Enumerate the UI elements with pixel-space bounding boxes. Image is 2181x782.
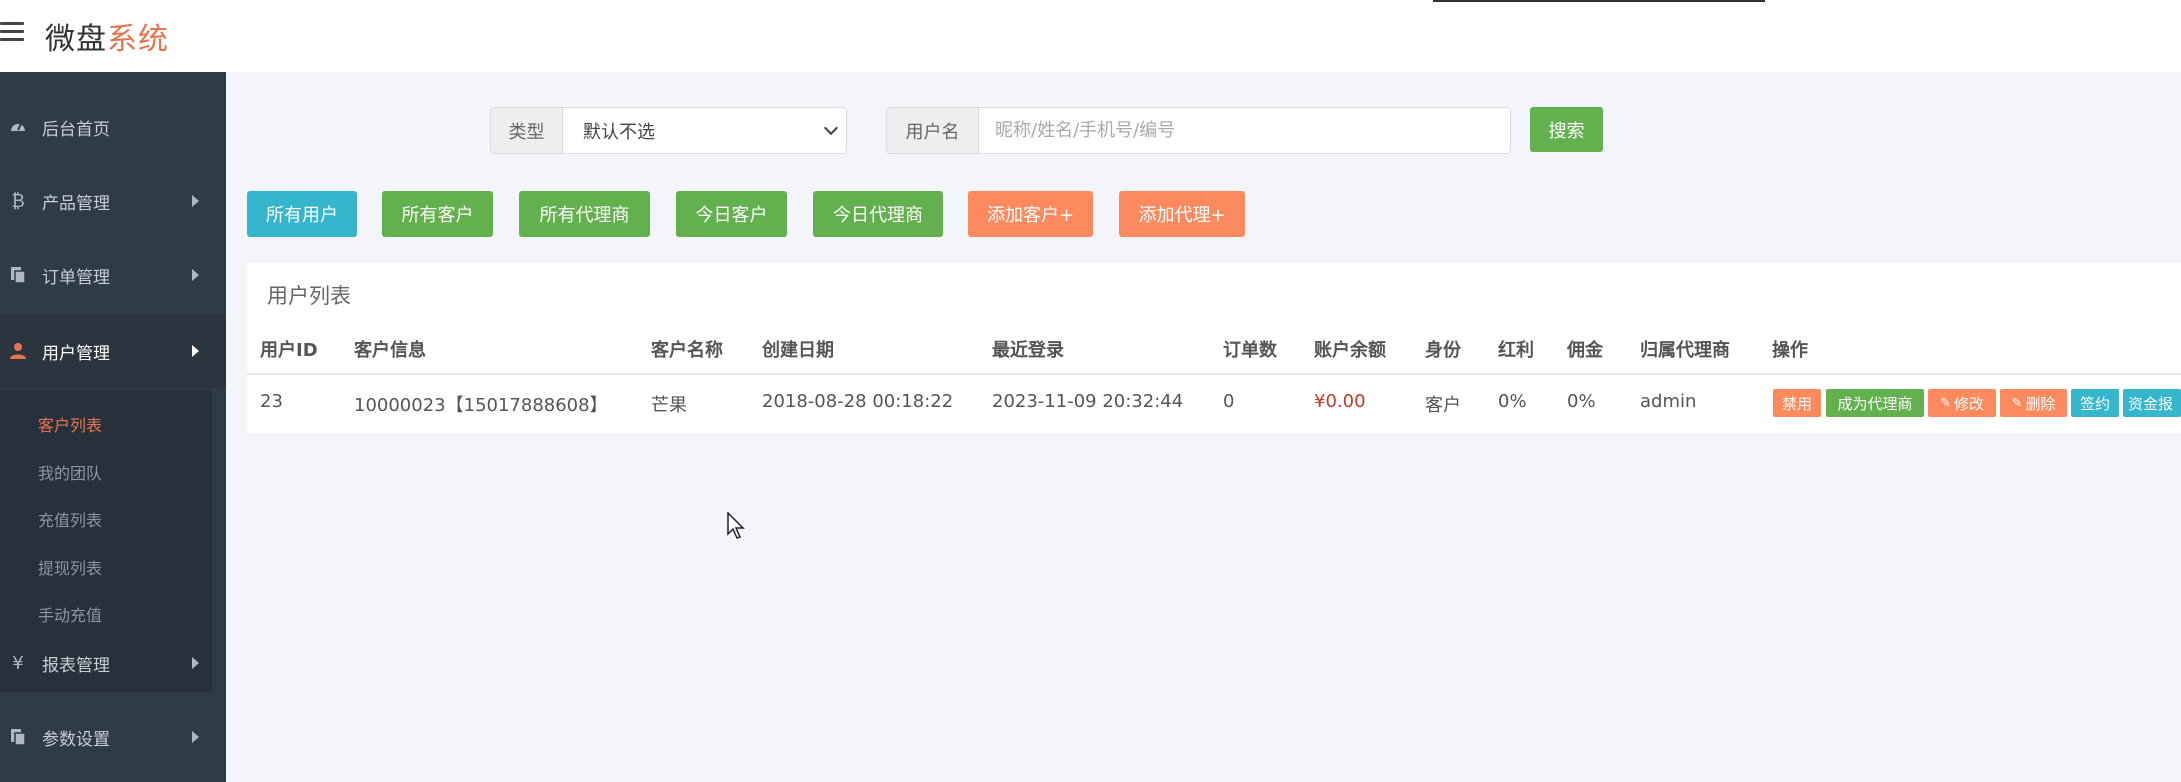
type-select-value: 默认不选: [583, 121, 655, 143]
chevron-right-icon: [192, 657, 199, 669]
cell-role: 客户: [1425, 395, 1461, 416]
edit-button-label: 修改: [1953, 394, 1984, 413]
sidebar-item-home[interactable]: 后台首页: [0, 90, 226, 164]
cell-agent: admin: [1640, 391, 1697, 412]
delete-button[interactable]: ✎ 删除: [2000, 389, 2067, 417]
submenu-item-manual-recharge[interactable]: 手动充值: [38, 602, 102, 626]
filter-today-agents-button[interactable]: 今日代理商: [813, 191, 943, 237]
column-header-commission: 佣金: [1567, 340, 1603, 361]
sidebar-item-label: 参数设置: [42, 729, 110, 750]
sidebar-item-settings[interactable]: 参数设置: [0, 700, 226, 774]
brand-logo: 微盘系统: [45, 14, 169, 58]
column-header-agent: 归属代理商: [1640, 340, 1730, 361]
sidebar-item-label: 后台首页: [42, 119, 110, 140]
sidebar-item-label: 报表管理: [42, 655, 110, 676]
cell-created-date: 2018-08-28 00:18:22: [762, 391, 954, 412]
column-header-dividend: 红利: [1498, 340, 1534, 361]
username-search-group: 用户名: [886, 107, 1511, 154]
cell-last-login: 2023-11-09 20:32:44: [992, 391, 1184, 412]
delete-button-label: 删除: [2025, 394, 2056, 413]
column-header-customer-info: 客户信息: [354, 340, 426, 361]
column-header-created-date: 创建日期: [762, 340, 834, 361]
chevron-right-icon: [192, 345, 199, 357]
submenu-item-withdraw-list[interactable]: 提现列表: [38, 555, 102, 579]
make-agent-button[interactable]: 成为代理商: [1826, 389, 1924, 417]
chevron-right-icon: [192, 731, 199, 743]
panel-title: 用户列表: [267, 284, 351, 308]
username-label: 用户名: [887, 108, 979, 153]
copy-icon: [8, 265, 28, 285]
column-header-role: 身份: [1425, 340, 1461, 361]
cell-user-id: 23: [260, 391, 283, 412]
user-icon: [8, 341, 28, 361]
yen-icon: ¥: [12, 652, 24, 674]
table-header-divider: [247, 373, 2181, 375]
sign-contract-button[interactable]: 签约: [2071, 389, 2119, 417]
top-bar: 微盘系统: [0, 0, 2181, 72]
username-search-input[interactable]: [979, 108, 1510, 153]
disable-button[interactable]: 禁用: [1773, 389, 1821, 417]
pencil-icon: ✎: [1940, 395, 1951, 411]
column-header-customer-name: 客户名称: [651, 340, 723, 361]
mouse-cursor-icon: [727, 511, 747, 544]
add-customer-button[interactable]: 添加客户+: [968, 191, 1093, 237]
menu-toggle-icon[interactable]: [0, 22, 24, 42]
cell-balance: ¥0.00: [1314, 391, 1366, 412]
user-list-panel: 用户列表 用户ID 客户信息 客户名称 创建日期 最近登录 订单数 账户余额 身…: [247, 263, 2181, 433]
sidebar-item-products[interactable]: ₿ 产品管理: [0, 164, 226, 238]
type-label: 类型: [491, 108, 563, 153]
bitcoin-icon: ₿: [11, 190, 25, 212]
filter-all-agents-button[interactable]: 所有代理商: [519, 191, 650, 237]
submenu-item-recharge-list[interactable]: 充值列表: [38, 507, 102, 531]
pencil-icon: ✎: [2011, 395, 2023, 411]
filter-today-customers-button[interactable]: 今日客户: [676, 191, 787, 237]
edit-button[interactable]: ✎ 修改: [1928, 389, 1996, 417]
sidebar-item-orders[interactable]: 订单管理: [0, 238, 226, 312]
chevron-right-icon: [192, 269, 199, 281]
search-button[interactable]: 搜索: [1530, 107, 1603, 152]
sidebar-item-reports[interactable]: ¥ 报表管理: [0, 626, 226, 700]
type-select-group: 类型 默认不选: [490, 107, 847, 154]
column-header-balance: 账户余额: [1314, 340, 1386, 361]
cell-customer-name: 芒果: [651, 395, 687, 416]
top-divider: [1433, 0, 1765, 2]
sidebar-item-users[interactable]: 用户管理: [0, 314, 226, 388]
filter-all-users-button[interactable]: 所有用户: [247, 191, 357, 237]
sidebar-item-label: 产品管理: [42, 193, 110, 214]
cell-customer-info: 10000023【15017888608】: [354, 395, 608, 416]
dashboard-icon: [8, 117, 28, 137]
filter-all-customers-button[interactable]: 所有客户: [382, 191, 493, 237]
chevron-right-icon: [192, 195, 199, 207]
copy-icon: [8, 727, 28, 747]
brand-name: 微盘: [45, 22, 107, 57]
column-header-order-count: 订单数: [1223, 340, 1277, 361]
chevron-down-icon: [823, 120, 839, 136]
sidebar: 后台首页 ₿ 产品管理 订单管理 用户管理 客户列表 我的团队 充值列表 提现列…: [0, 72, 226, 782]
cell-commission: 0%: [1567, 391, 1596, 412]
sidebar-item-label: 用户管理: [42, 343, 110, 364]
submenu-item-my-team[interactable]: 我的团队: [38, 460, 102, 484]
brand-name-accent: 系统: [107, 22, 169, 57]
submenu-item-customer-list[interactable]: 客户列表: [38, 412, 102, 436]
cell-order-count: 0: [1223, 391, 1235, 412]
sidebar-item-label: 订单管理: [42, 267, 110, 288]
add-agent-button[interactable]: 添加代理+: [1119, 191, 1245, 237]
column-header-user-id: 用户ID: [260, 340, 318, 361]
cell-dividend: 0%: [1498, 391, 1527, 412]
column-header-actions: 操作: [1772, 340, 1808, 361]
fund-report-button[interactable]: 资金报: [2123, 389, 2181, 417]
type-select[interactable]: 默认不选: [563, 108, 846, 153]
column-header-last-login: 最近登录: [992, 340, 1064, 361]
